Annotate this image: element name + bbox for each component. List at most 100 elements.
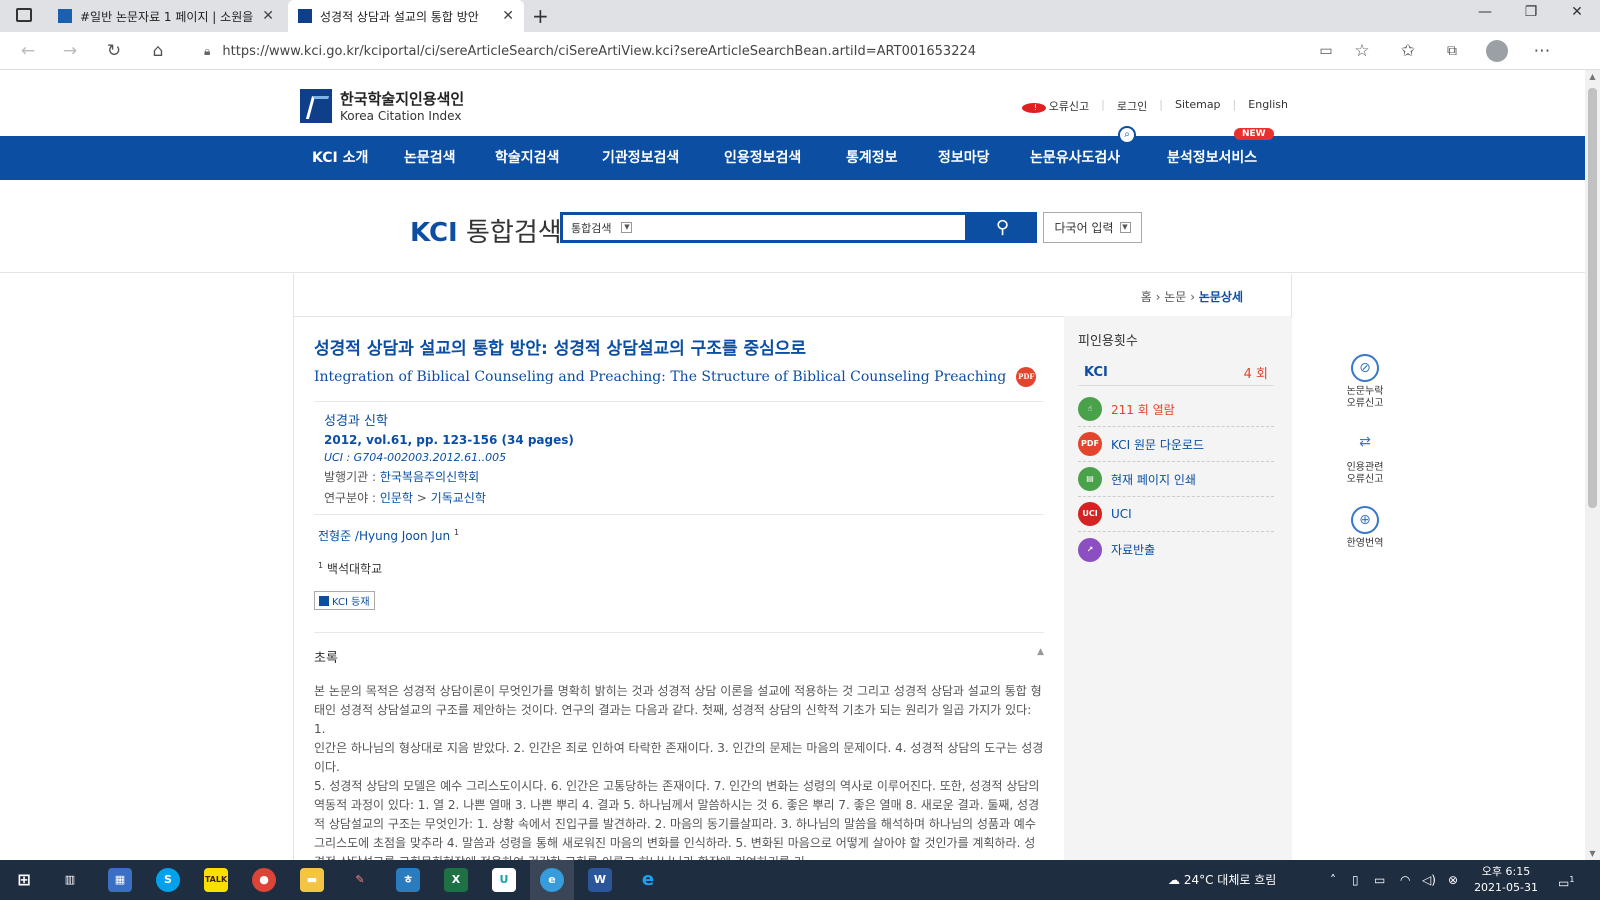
favorites-icon[interactable]: ✩ [1396, 40, 1420, 62]
kci-page: 한국학술지인용색인 Korea Citation Index ! 오류신고 | 로… [0, 70, 1585, 860]
nav-institution-search[interactable]: 기관정보검색 [602, 136, 679, 180]
skype-icon[interactable]: S [156, 868, 180, 892]
close-window-button[interactable]: ✕ [1554, 4, 1600, 20]
author-link[interactable]: 전형준 /Hyung Joon Jun [318, 529, 450, 543]
chrome-icon[interactable]: ● [252, 868, 276, 892]
kci-logo-icon [300, 88, 332, 123]
print-page-button[interactable]: ▤ 현재 페이지 인쇄 [1078, 462, 1274, 497]
word-icon[interactable]: W [588, 868, 612, 892]
task-view-icon[interactable]: ▥ [58, 868, 82, 892]
scroll-down-icon[interactable]: ▼ [1585, 849, 1600, 858]
excel-icon[interactable]: X [444, 868, 468, 892]
more-menu-icon[interactable]: ⋯ [1530, 40, 1554, 62]
export-icon: ↗ [1078, 537, 1102, 562]
scroll-up-icon[interactable]: ▲ [1585, 72, 1600, 81]
breadcrumb-current: 논문상세 [1198, 290, 1243, 304]
lock-icon: 🔒︎ [204, 43, 211, 58]
nav-analysis-service[interactable]: 분석정보서비스 [1167, 136, 1257, 180]
breadcrumb-article[interactable]: 논문 [1164, 290, 1186, 304]
pdf-icon[interactable]: PDF [1016, 367, 1037, 387]
english-link[interactable]: English [1236, 98, 1300, 114]
breadcrumb-home[interactable]: 홈 [1141, 290, 1152, 304]
field-link-humanities[interactable]: 인문학 [380, 491, 413, 505]
nav-citation-search[interactable]: 인용정보검색 [724, 136, 801, 180]
weather-widget[interactable]: ☁ 24°C 대체로 흐림 [1168, 860, 1276, 900]
abstract-header[interactable]: 초록 ▲ [314, 632, 1044, 666]
search-box: 통합검색 ▼ [560, 212, 968, 243]
journal-name-link[interactable]: 성경과 신학 [324, 410, 1034, 429]
collections-icon[interactable]: ⧉ [1440, 40, 1464, 62]
export-button[interactable]: ↗ 자료반출 [1078, 532, 1274, 567]
uplus-icon[interactable]: U [492, 868, 516, 892]
wifi-icon[interactable]: ◠ [1400, 860, 1410, 900]
sitemap-link[interactable]: Sitemap [1163, 98, 1233, 114]
magnifier-icon: ⌕ [1118, 126, 1136, 144]
hwp-icon[interactable]: ㅎ [396, 868, 420, 892]
search-scope-select[interactable]: 통합검색 ▼ [563, 220, 659, 236]
quick-citation-error-report[interactable]: ⇄ 인용관련 오류신고 [1325, 430, 1405, 486]
error-report-link[interactable]: ! 오류신고 [1010, 98, 1101, 114]
windows-start-icon[interactable]: ⊞ [12, 868, 36, 892]
nav-similarity-check[interactable]: 논문유사도검사 [1030, 136, 1120, 180]
refresh-icon[interactable]: ↻ [102, 40, 126, 62]
collapse-triangle-icon[interactable]: ▲ [1037, 647, 1044, 666]
tab-title: #일반 논문자료 1 페이지 | 소원을 [80, 9, 254, 24]
uci-button[interactable]: UCI UCI [1078, 497, 1274, 532]
tray-chevron-icon[interactable]: ˄ [1330, 860, 1336, 900]
browser-tab-inactive[interactable]: #일반 논문자료 1 페이지 | 소원을 ✕ [48, 0, 284, 32]
maximize-button[interactable]: ❐ [1508, 4, 1554, 20]
notification-center-icon[interactable]: ▭1 [1558, 860, 1574, 900]
profile-avatar[interactable] [1486, 40, 1508, 62]
article-content-frame: 홈 › 논문 › 논문상세 성경적 상담과 설교의 통합 방안: 성경적 상담설… [293, 274, 1293, 860]
field-link-christian-theology[interactable]: 기독교신학 [431, 491, 486, 505]
battery-icon[interactable]: ▭ [1374, 860, 1385, 900]
input-method-icon[interactable]: ⊗ [1448, 860, 1458, 900]
kakaotalk-icon[interactable]: TALK [204, 868, 228, 892]
author-affiliation: 1 백석대학교 [318, 561, 383, 576]
kci-citation-row[interactable]: KCI 4 회 [1078, 360, 1274, 386]
sidebar-actions: ☝ 211 회 열람 PDF KCI 원문 다운로드 ▤ 현재 페이지 인쇄 UCI U… [1078, 392, 1274, 567]
search-input[interactable] [659, 215, 965, 240]
page-scrollbar[interactable]: ▲ ▼ [1585, 70, 1600, 860]
new-tab-button[interactable]: + [532, 4, 549, 28]
publisher-link[interactable]: 한국복음주의신학회 [380, 470, 479, 484]
file-explorer-icon[interactable]: ▬ [300, 868, 324, 892]
minimize-button[interactable]: — [1462, 4, 1508, 20]
reader-view-icon[interactable]: ▭ [1314, 40, 1338, 62]
utility-links: ! 오류신고 | 로그인 | Sitemap | English [1010, 98, 1300, 114]
chevron-down-icon: ▼ [1119, 222, 1131, 233]
favorite-star-icon[interactable]: ☆ [1350, 40, 1374, 62]
tab-actions-icon[interactable] [16, 8, 32, 22]
nav-journal-search[interactable]: 학술지검색 [495, 136, 559, 180]
search-button[interactable]: ⚲ [968, 212, 1037, 243]
nav-statistics[interactable]: 통계정보 [846, 136, 898, 180]
nav-info-square[interactable]: 정보마당 [938, 136, 990, 180]
store-icon[interactable]: ▦ [108, 868, 132, 892]
forward-icon[interactable]: → [58, 40, 82, 62]
nav-kci-intro[interactable]: KCI 소개 [312, 136, 368, 180]
volume-icon[interactable]: ◁) [1422, 860, 1436, 900]
home-icon[interactable]: ⌂ [146, 40, 170, 62]
login-link[interactable]: 로그인 [1105, 98, 1159, 114]
pen-icon[interactable]: ✎ [348, 868, 372, 892]
kci-logo[interactable]: 한국학술지인용색인 Korea Citation Index [300, 88, 464, 123]
internet-explorer-icon[interactable]: e [636, 868, 660, 892]
article-main: 성경적 상담과 설교의 통합 방안: 성경적 상담설교의 구조를 중심으로 In… [314, 334, 1044, 860]
new-badge: NEW [1234, 128, 1274, 140]
nav-article-search[interactable]: 논문검색 [404, 136, 456, 180]
volume-link[interactable]: 2012, vol.61, pp. 123-156 (34 pages) [324, 433, 1034, 447]
scrollbar-thumb[interactable] [1588, 88, 1597, 508]
multilingual-input-button[interactable]: 다국어 입력 ▼ [1043, 212, 1142, 243]
system-clock[interactable]: 오후 6:15 2021-05-31 [1474, 864, 1538, 896]
download-original-button[interactable]: PDF KCI 원문 다운로드 [1078, 427, 1274, 462]
close-tab-icon[interactable]: ✕ [502, 8, 514, 24]
close-tab-icon[interactable]: ✕ [262, 8, 274, 24]
quick-translation[interactable]: ⊕ 한영번역 [1325, 506, 1405, 550]
back-icon[interactable]: ← [16, 40, 40, 62]
address-bar[interactable]: 🔒︎ https://www.kci.go.kr/kciportal/ci/se… [190, 36, 1340, 66]
browser-tab-active[interactable]: 성경적 상담과 설교의 통합 방안 ✕ [288, 0, 524, 32]
tray-device-icon[interactable]: ▯ [1352, 860, 1359, 900]
edge-active-indicator [530, 860, 574, 900]
windows-taskbar: ⊞ ▥ ▦ S TALK ● ▬ ✎ ㅎ X U e W e ☁ 24°C 대체… [0, 860, 1600, 900]
quick-missing-article-report[interactable]: ⊘ 논문누락 오류신고 [1325, 354, 1405, 410]
